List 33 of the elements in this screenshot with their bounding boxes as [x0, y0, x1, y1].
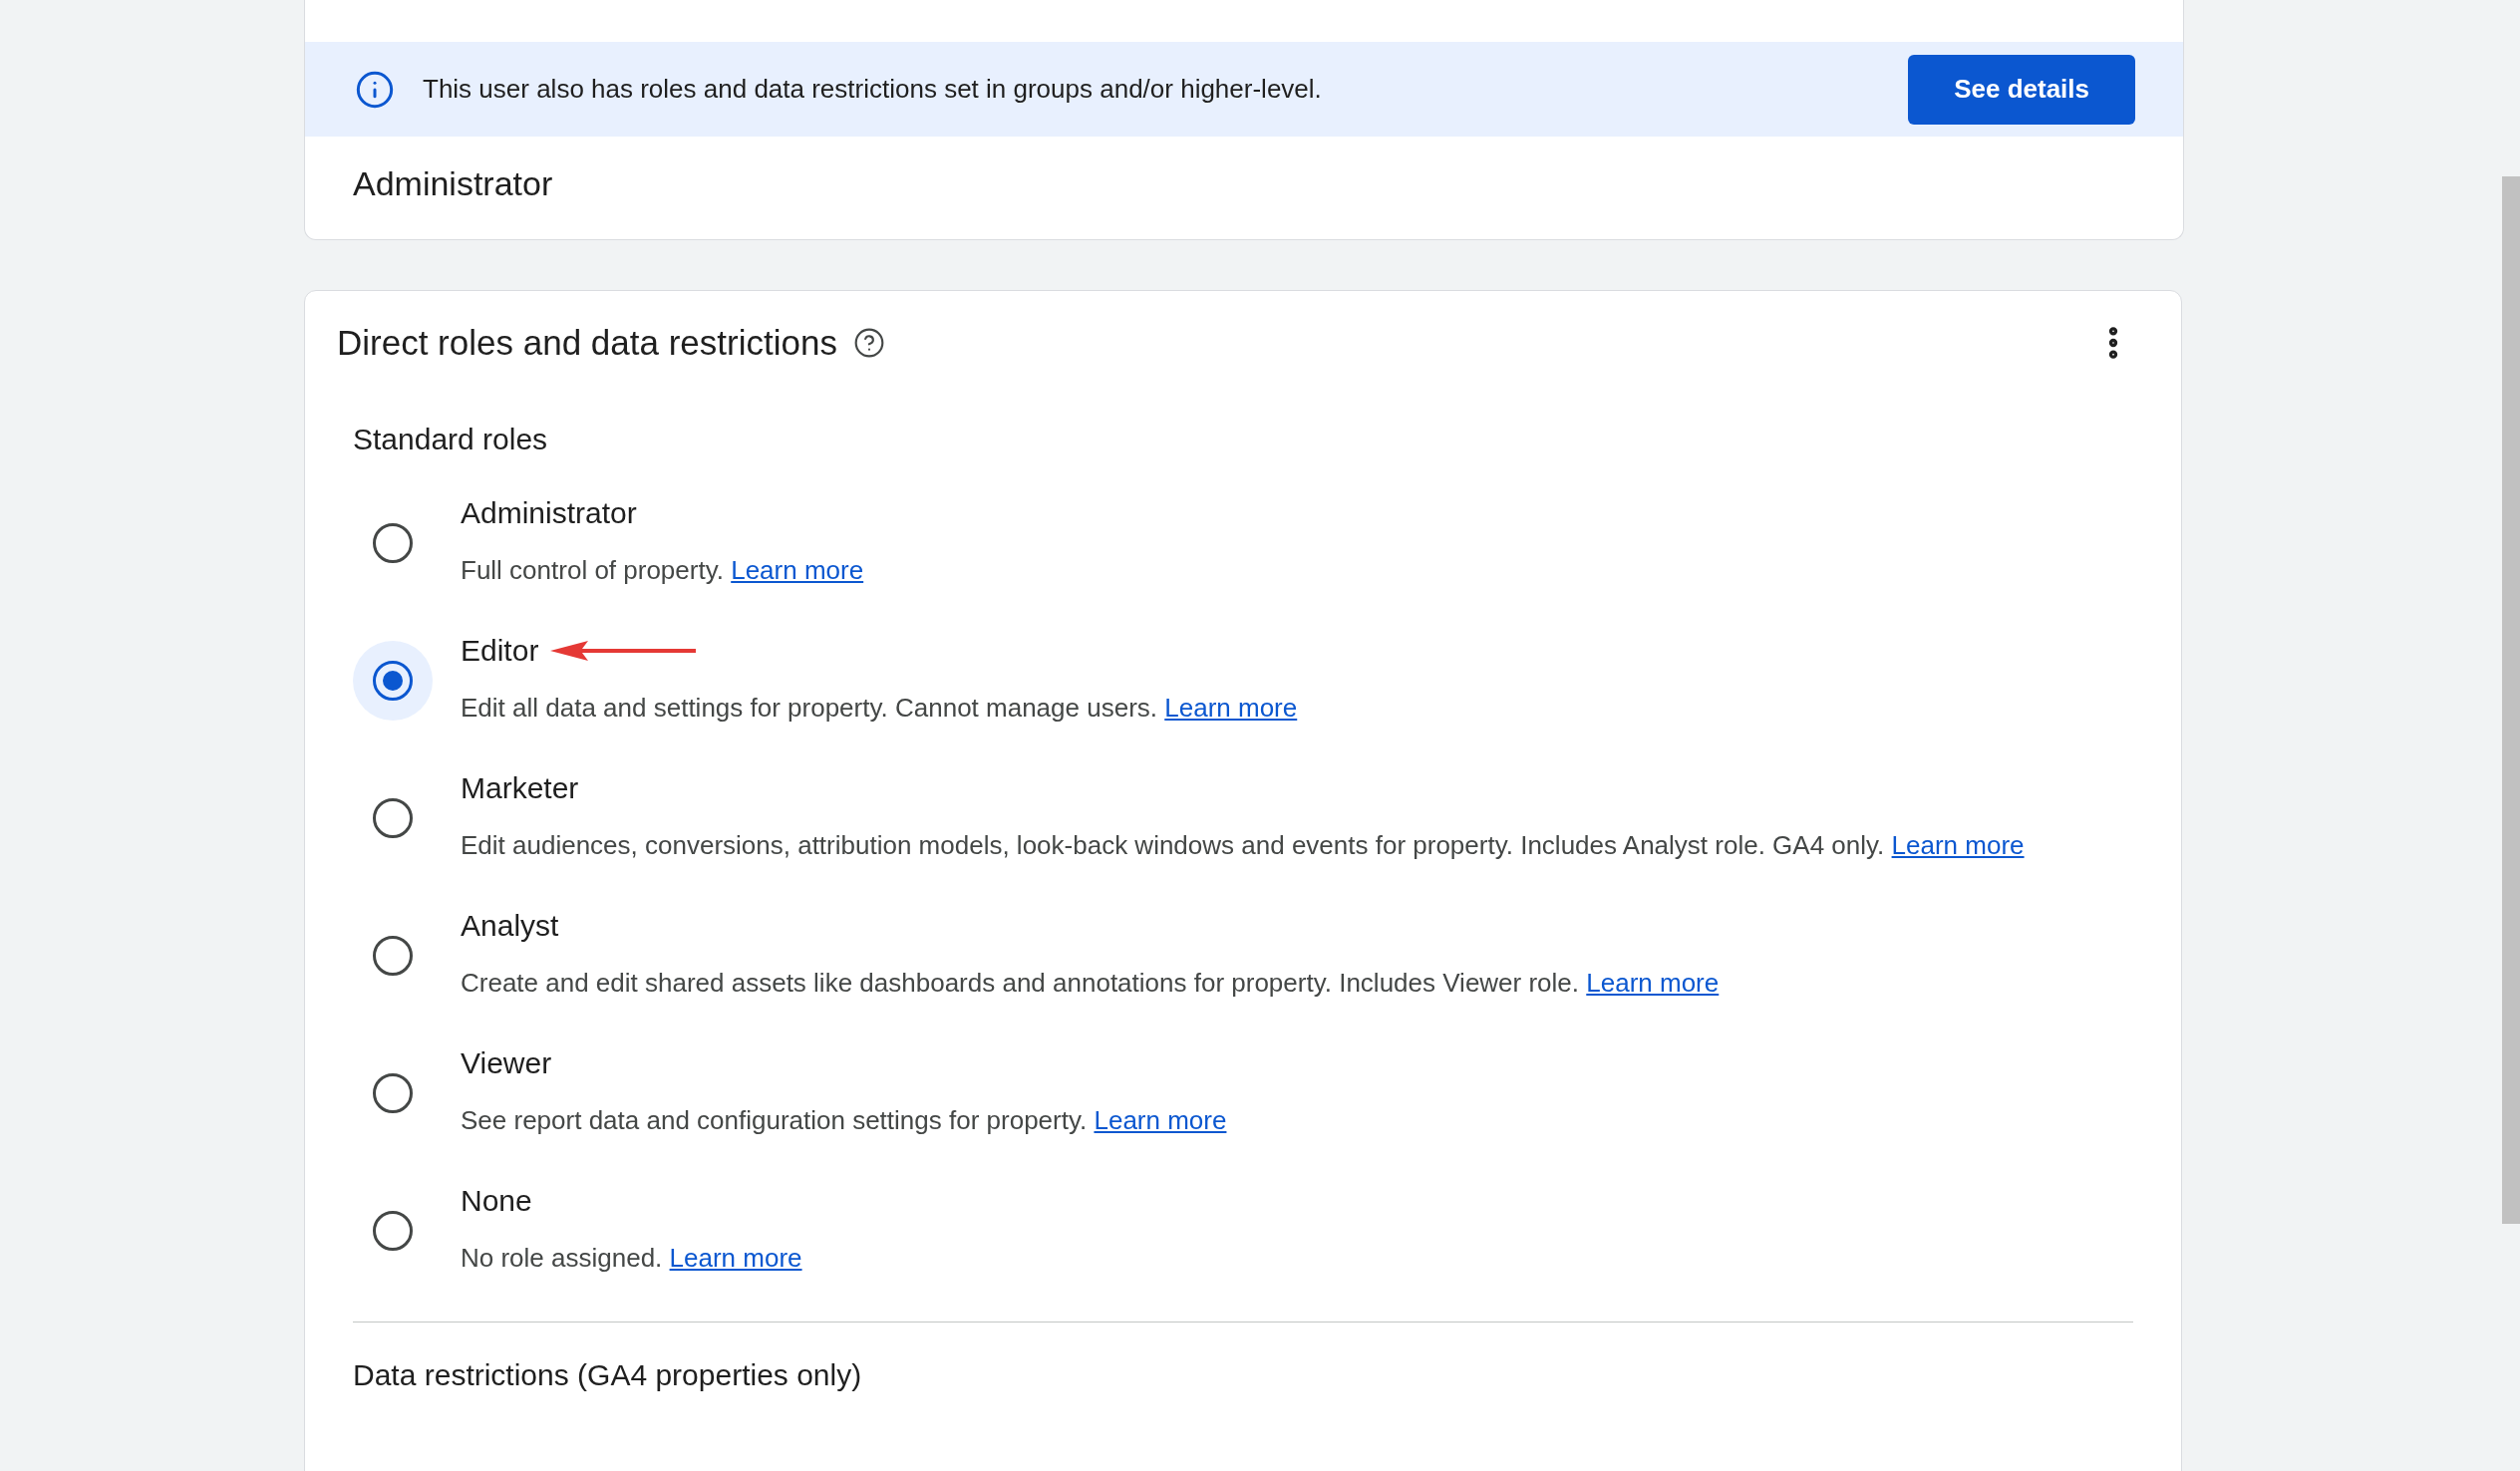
- learn-more-link[interactable]: Learn more: [669, 1243, 802, 1273]
- subsection-title: Standard roles: [353, 423, 549, 456]
- role-name: None: [461, 1184, 532, 1218]
- role-name: Editor: [461, 634, 539, 668]
- radio-button[interactable]: [373, 936, 413, 976]
- info-icon: [355, 69, 395, 110]
- role-name: Analyst: [461, 909, 559, 943]
- role-name: Viewer: [461, 1046, 552, 1080]
- radio-button[interactable]: [373, 1211, 413, 1251]
- role-description: Edit audiences, conversions, attribution models, look-back windows and events for property. Includes Analyst role. GA4 only. Learn more: [461, 829, 2025, 862]
- notice-text: This user also has roles and data restrictions set in groups and/or higher-level.: [423, 74, 1323, 105]
- learn-more-link[interactable]: Learn more: [1094, 1105, 1227, 1135]
- role-description: No role assigned. Learn more: [461, 1242, 802, 1275]
- learn-more-link[interactable]: Learn more: [1586, 968, 1720, 998]
- current-role: Administrator: [352, 163, 554, 204]
- section-title: Direct roles and data restrictions: [337, 323, 837, 363]
- radio-button[interactable]: [373, 661, 413, 701]
- role-description: Full control of property. Learn more: [461, 554, 864, 587]
- learn-more-link[interactable]: Learn more: [1164, 693, 1298, 723]
- scrollbar[interactable]: [2502, 176, 2520, 1224]
- radio-button[interactable]: [373, 1073, 413, 1113]
- radio-button[interactable]: [373, 798, 413, 838]
- learn-more-link[interactable]: Learn more: [1891, 830, 2025, 860]
- see-details-button[interactable]: See details: [1908, 54, 2135, 125]
- role-name: Administrator: [461, 496, 637, 530]
- help-icon[interactable]: [852, 327, 885, 359]
- learn-more-link[interactable]: Learn more: [731, 555, 864, 585]
- role-name: Marketer: [461, 771, 579, 805]
- role-description: Edit all data and settings for property. Cannot manage users. Learn more: [461, 692, 1298, 725]
- role-description: Create and edit shared assets like dashboards and annotations for property. Includes Viewer role. Learn more: [461, 967, 1720, 1000]
- radio-button[interactable]: [373, 523, 413, 563]
- role-description: See report data and configuration settings for property. Learn more: [461, 1104, 1227, 1137]
- subsection-title: Data restrictions (GA4 properties only): [353, 1358, 863, 1392]
